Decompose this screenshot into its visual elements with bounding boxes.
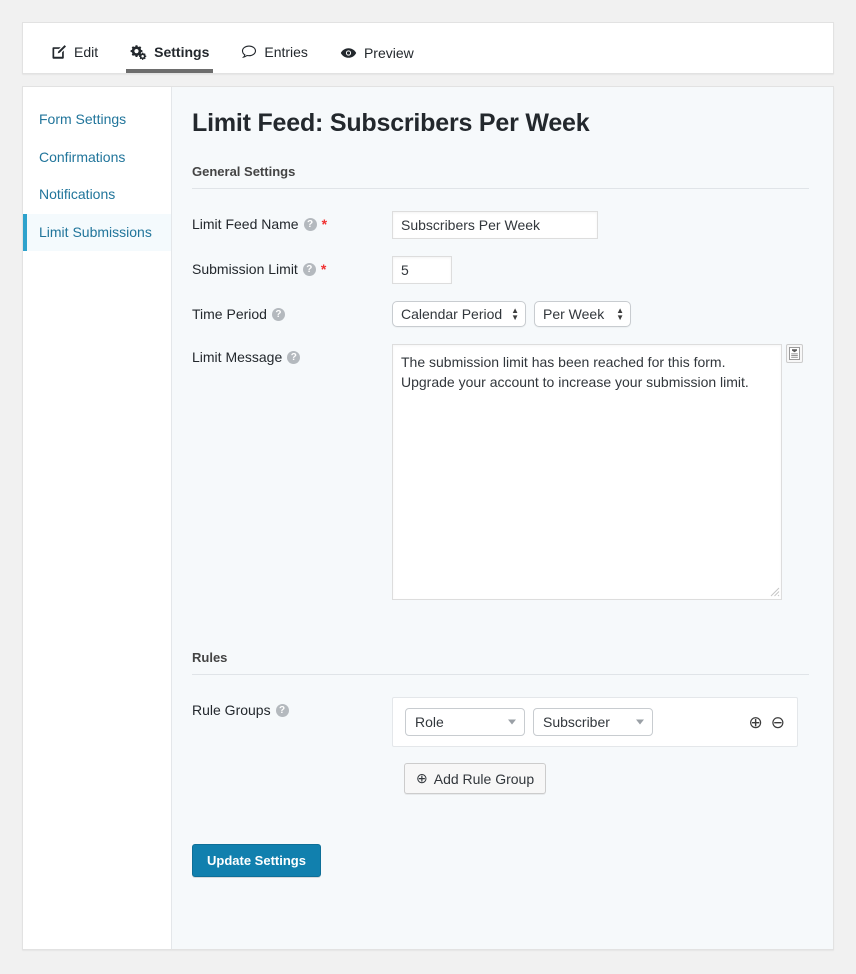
merge-tags-icon-button[interactable]	[786, 344, 803, 363]
update-settings-button[interactable]: Update Settings	[192, 844, 321, 877]
field-row-time-period: Time Period ? Calendar PeriodRolling Per…	[192, 301, 809, 327]
help-icon-feed-name[interactable]: ?	[303, 217, 317, 231]
form-toolbar: Edit Settings Entries Preview	[22, 22, 834, 74]
help-icon-time-period[interactable]: ?	[271, 307, 285, 321]
gears-icon	[130, 44, 147, 60]
rule-value-select[interactable]: SubscriberContributorAuthorEditorAdminis…	[533, 708, 653, 736]
label-time-period-text: Time Period	[192, 306, 267, 322]
settings-content: Limit Feed: Subscribers Per Week General…	[172, 87, 833, 949]
merge-tags-icon	[789, 347, 800, 360]
page-title: Limit Feed: Subscribers Per Week	[192, 109, 590, 137]
tab-entries[interactable]: Entries	[231, 44, 318, 73]
rules-heading: Rules	[192, 650, 809, 675]
feed-name-input[interactable]	[392, 211, 598, 239]
pencil-square-icon	[51, 44, 67, 60]
settings-sidebar: Form Settings Confirmations Notification…	[23, 87, 172, 949]
label-time-period: Time Period ?	[192, 301, 392, 323]
period-interval-select-wrap: Per DayPer WeekPer MonthPer Year ▲▼	[534, 301, 631, 327]
limit-message-wrap	[392, 344, 782, 600]
tab-settings[interactable]: Settings	[120, 44, 219, 73]
plus-circle-icon: ⊕	[416, 770, 428, 786]
tab-entries-label: Entries	[264, 44, 308, 60]
tab-preview[interactable]: Preview	[330, 46, 424, 73]
sidebar-item-form-settings[interactable]: Form Settings	[23, 101, 171, 139]
field-row-feed-name: Limit Feed Name ? *	[192, 211, 809, 239]
general-settings-heading: General Settings	[192, 164, 809, 189]
add-rule-icon[interactable]: ⊕	[749, 714, 763, 731]
remove-rule-icon[interactable]: ⊖	[771, 714, 785, 731]
submission-limit-input[interactable]	[392, 256, 452, 284]
settings-panel: Form Settings Confirmations Notification…	[22, 86, 834, 950]
tab-edit-label: Edit	[74, 44, 99, 60]
help-icon-limit-message[interactable]: ?	[287, 350, 301, 364]
rule-row-actions: ⊕ ⊖	[749, 714, 786, 731]
tab-edit[interactable]: Edit	[41, 44, 108, 73]
sidebar-item-notifications[interactable]: Notifications	[23, 176, 171, 214]
period-interval-select[interactable]: Per DayPer WeekPer MonthPer Year	[534, 301, 631, 327]
label-rule-groups: Rule Groups ?	[192, 697, 392, 719]
field-row-rule-groups: Rule Groups ? RoleUserIP Address Subscri…	[192, 697, 809, 877]
period-type-select-wrap: Calendar PeriodRolling Period ▲▼	[392, 301, 526, 327]
label-limit-message-text: Limit Message	[192, 349, 283, 365]
field-row-submission-limit: Submission Limit ? *	[192, 256, 809, 284]
tab-settings-label: Settings	[154, 44, 210, 60]
sidebar-item-limit-submissions[interactable]: Limit Submissions	[23, 213, 171, 251]
period-type-select[interactable]: Calendar PeriodRolling Period	[392, 301, 526, 327]
eye-icon	[340, 46, 357, 60]
label-limit-message: Limit Message ?	[192, 344, 392, 366]
label-feed-name-text: Limit Feed Name	[192, 216, 299, 232]
sidebar-item-confirmations[interactable]: Confirmations	[23, 139, 171, 177]
field-row-limit-message: Limit Message ?	[192, 344, 809, 600]
rule-group-row: RoleUserIP Address SubscriberContributor…	[392, 697, 798, 747]
rule-value-select-wrap: SubscriberContributorAuthorEditorAdminis…	[533, 708, 653, 736]
label-submission-limit-text: Submission Limit	[192, 261, 298, 277]
label-feed-name: Limit Feed Name ? *	[192, 211, 392, 233]
help-icon-submission-limit[interactable]: ?	[302, 262, 316, 276]
help-icon-rule-groups[interactable]: ?	[275, 703, 289, 717]
rule-field-select[interactable]: RoleUserIP Address	[405, 708, 525, 736]
limit-message-textarea[interactable]	[392, 344, 782, 600]
speech-bubble-icon	[241, 44, 257, 60]
required-marker-feed-name: *	[321, 216, 328, 232]
label-rule-groups-text: Rule Groups	[192, 702, 271, 718]
required-marker-submission-limit: *	[320, 261, 327, 277]
rule-field-select-wrap: RoleUserIP Address	[405, 708, 525, 736]
label-submission-limit: Submission Limit ? *	[192, 256, 392, 278]
add-rule-group-label: Add Rule Group	[433, 770, 535, 787]
tab-preview-label: Preview	[363, 45, 414, 61]
add-rule-group-button[interactable]: ⊕ Add Rule Group	[404, 763, 547, 794]
